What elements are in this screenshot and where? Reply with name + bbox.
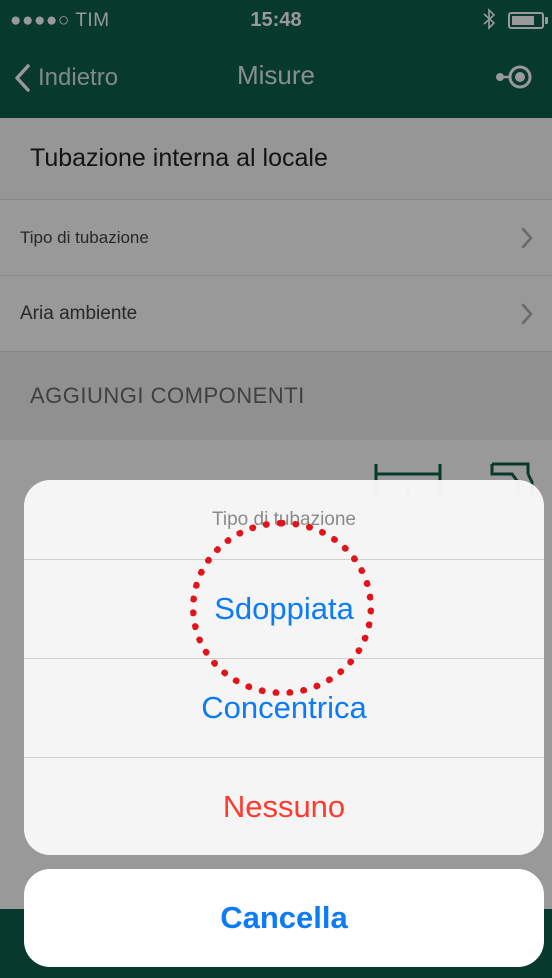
option-sdoppiata[interactable]: Sdoppiata [24, 560, 544, 659]
option-nessuno[interactable]: Nessuno [24, 758, 544, 855]
option-concentrica[interactable]: Concentrica [24, 659, 544, 758]
action-sheet: Tipo di tubazione Sdoppiata Concentrica … [24, 480, 544, 855]
action-sheet-title: Tipo di tubazione [24, 480, 544, 560]
cancel-button[interactable]: Cancella [24, 869, 544, 967]
